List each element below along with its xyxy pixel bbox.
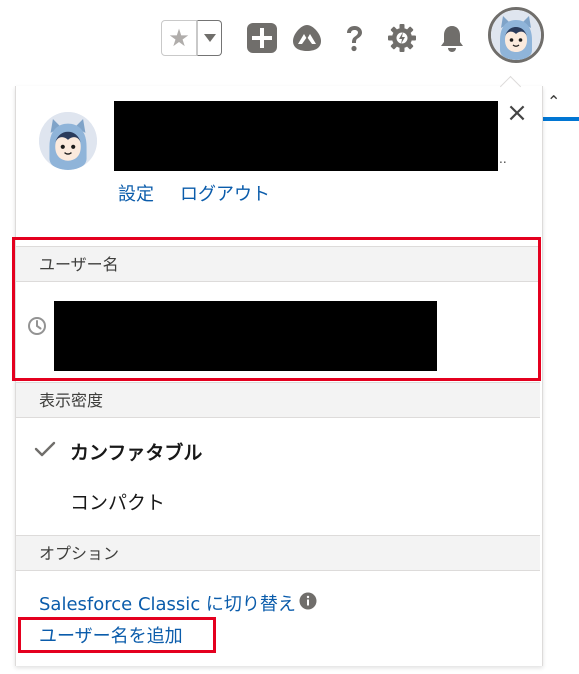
density-comfortable-item[interactable]: カンファタブル	[70, 438, 202, 465]
favorites-button[interactable]: ★	[161, 20, 197, 56]
info-icon[interactable]	[299, 592, 317, 610]
astro-avatar-icon	[39, 112, 97, 170]
close-icon: ×	[506, 98, 528, 128]
help-icon[interactable]	[338, 22, 370, 54]
add-username-highlight-box	[18, 617, 216, 653]
checkmark-icon	[34, 441, 56, 457]
chevron-down-icon	[203, 34, 216, 42]
plus-icon[interactable]	[246, 22, 278, 54]
star-icon: ★	[168, 24, 190, 52]
close-button[interactable]: ×	[505, 100, 529, 126]
density-section-header: 表示密度	[16, 382, 540, 418]
username-highlight-box	[12, 237, 541, 381]
options-section-header: オプション	[16, 535, 540, 571]
settings-link[interactable]: 設定	[118, 180, 154, 206]
trailhead-icon[interactable]	[291, 22, 323, 54]
favorites-list-button[interactable]	[197, 20, 222, 56]
switch-to-classic-link[interactable]: Salesforce Classic に切り替え	[39, 590, 296, 616]
name-ellipsis: ..	[499, 152, 507, 166]
context-chevron-icon: ⌃	[547, 92, 561, 111]
astro-avatar-icon	[491, 10, 541, 60]
background-tab-indicator	[541, 117, 579, 121]
logout-link[interactable]: ログアウト	[180, 180, 270, 206]
avatar[interactable]	[488, 7, 544, 63]
redacted-user-name	[114, 101, 498, 171]
bell-icon[interactable]	[436, 22, 468, 54]
density-compact-item[interactable]: コンパクト	[70, 488, 165, 515]
profile-avatar	[39, 112, 97, 170]
favorites-group: ★	[161, 20, 223, 56]
setup-gear-icon[interactable]	[386, 22, 418, 54]
